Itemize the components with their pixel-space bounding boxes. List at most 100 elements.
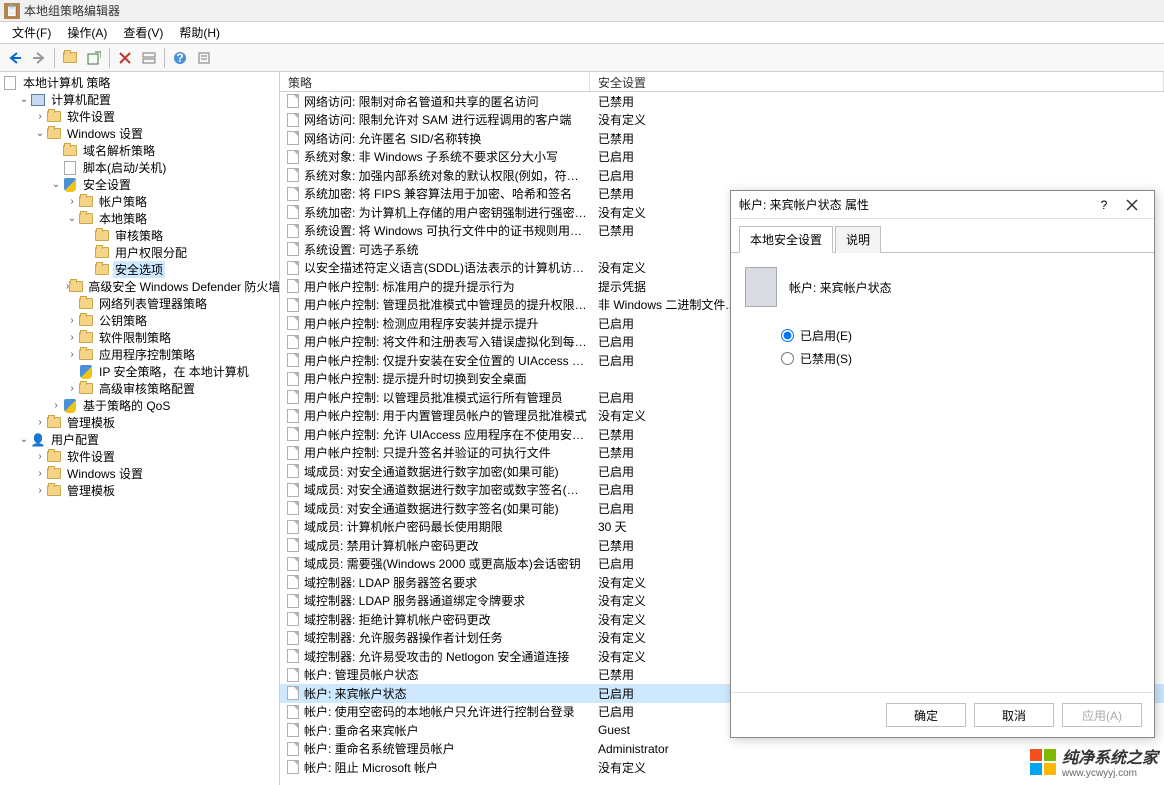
back-button[interactable] [4, 47, 26, 69]
col-setting[interactable]: 安全设置 [590, 72, 1164, 91]
tree-software-restrict[interactable]: ›软件限制策略 [66, 329, 277, 346]
expand-icon[interactable]: › [34, 451, 46, 462]
forward-button[interactable] [28, 47, 50, 69]
expand-icon[interactable]: › [34, 485, 46, 496]
policy-icon [745, 267, 777, 307]
help-button[interactable]: ? [1090, 194, 1118, 216]
tree-audit[interactable]: 审核策略 [82, 227, 277, 244]
policy-icon [284, 94, 302, 108]
radio-enabled-input[interactable] [781, 329, 794, 342]
policy-row[interactable]: 网络访问: 限制对命名管道和共享的匿名访问已禁用 [280, 92, 1164, 111]
tree-user-rights[interactable]: 用户权限分配 [82, 244, 277, 261]
filter-button[interactable] [138, 47, 160, 69]
tree-account-pol[interactable]: ›帐户策略 [66, 193, 277, 210]
tab-local-security[interactable]: 本地安全设置 [739, 226, 833, 253]
watermark-logo [1030, 749, 1056, 775]
policy-name: 网络访问: 限制对命名管道和共享的匿名访问 [302, 93, 590, 110]
tree-scripts[interactable]: 脚本(启动/关机) [50, 159, 277, 176]
expand-icon[interactable]: › [66, 383, 78, 394]
policy-name: 域成员: 禁用计算机帐户密码更改 [302, 537, 590, 554]
collapse-icon[interactable]: ⌄ [50, 179, 62, 190]
policy-name: 域控制器: 允许服务器操作者计划任务 [302, 629, 590, 646]
tree-local-pol[interactable]: ⌄本地策略 [66, 210, 277, 227]
policy-icon [284, 353, 302, 367]
expand-icon[interactable]: › [66, 196, 78, 207]
collapse-icon[interactable]: ⌄ [66, 213, 78, 224]
radio-disabled-input[interactable] [781, 352, 794, 365]
folder-icon [46, 415, 62, 431]
tree-security-options[interactable]: 安全选项 [82, 261, 277, 278]
policy-row[interactable]: 系统对象: 加强内部系统对象的默认权限(例如，符号链接)已启用 [280, 166, 1164, 185]
tree-netlist[interactable]: 网络列表管理器策略 [66, 295, 277, 312]
policy-icon [284, 705, 302, 719]
cancel-button[interactable]: 取消 [974, 703, 1054, 727]
collapse-icon[interactable]: ⌄ [34, 128, 46, 139]
expand-icon[interactable]: › [34, 111, 46, 122]
tree-panel[interactable]: 本地计算机 策略 ⌄计算机配置 ›软件设置 ⌄Windows 设置 域名解析策略… [0, 72, 280, 785]
close-button[interactable] [1118, 194, 1146, 216]
policy-icon [284, 409, 302, 423]
folder-icon [94, 245, 110, 261]
radio-enabled-label: 已启用(E) [800, 327, 852, 344]
radio-disabled[interactable]: 已禁用(S) [781, 350, 1140, 367]
up-button[interactable] [59, 47, 81, 69]
menu-view[interactable]: 查看(V) [115, 22, 171, 43]
tree-u-windows[interactable]: ›Windows 设置 [34, 465, 277, 482]
delete-button[interactable] [114, 47, 136, 69]
tree-adv-audit[interactable]: ›高级审核策略配置 [66, 380, 277, 397]
list-header: 策略 安全设置 [280, 72, 1164, 92]
expand-icon[interactable]: › [50, 400, 62, 411]
dialog-buttons: 确定 取消 应用(A) [731, 692, 1154, 737]
menu-action[interactable]: 操作(A) [59, 22, 115, 43]
tree-security[interactable]: ⌄安全设置 [50, 176, 277, 193]
policy-icon [284, 668, 302, 682]
policy-row[interactable]: 系统对象: 非 Windows 子系统不要求区分大小写已启用 [280, 148, 1164, 167]
menu-file[interactable]: 文件(F) [4, 22, 59, 43]
col-policy[interactable]: 策略 [280, 72, 590, 91]
properties-button[interactable] [193, 47, 215, 69]
expand-icon[interactable]: › [34, 468, 46, 479]
tree-u-admin[interactable]: ›管理模板 [34, 482, 277, 499]
apply-button[interactable]: 应用(A) [1062, 703, 1142, 727]
expand-icon[interactable]: › [66, 315, 78, 326]
radio-enabled[interactable]: 已启用(E) [781, 327, 1140, 344]
policy-icon [284, 557, 302, 571]
collapse-icon[interactable]: ⌄ [18, 94, 30, 105]
expand-icon[interactable]: › [66, 349, 78, 360]
tree-software[interactable]: ›软件设置 [34, 108, 277, 125]
policy-row[interactable]: 网络访问: 限制允许对 SAM 进行远程调用的客户端没有定义 [280, 111, 1164, 130]
ok-button[interactable]: 确定 [886, 703, 966, 727]
policy-name: 用户帐户控制: 将文件和注册表写入错误虚拟化到每用户位置 [302, 333, 590, 350]
dialog-header: 帐户: 来宾帐户状态 [745, 267, 1140, 307]
folder-icon [46, 449, 62, 465]
policy-name: 系统加密: 将 FIPS 兼容算法用于加密、哈希和签名 [302, 185, 590, 202]
folder-icon [46, 109, 62, 125]
policy-name: 网络访问: 限制允许对 SAM 进行远程调用的客户端 [302, 111, 590, 128]
policy-name: 系统设置: 可选子系统 [302, 241, 590, 258]
folder-icon [46, 466, 62, 482]
tree-computer-config[interactable]: ⌄计算机配置 [18, 91, 277, 108]
tree-qos[interactable]: ›基于策略的 QoS [50, 397, 277, 414]
tree-u-software[interactable]: ›软件设置 [34, 448, 277, 465]
tree-app-control[interactable]: ›应用程序控制策略 [66, 346, 277, 363]
tree-windows-settings[interactable]: ⌄Windows 设置 [34, 125, 277, 142]
expand-icon[interactable]: › [34, 417, 46, 428]
policy-row[interactable]: 网络访问: 允许匿名 SID/名称转换已禁用 [280, 129, 1164, 148]
collapse-icon[interactable]: ⌄ [18, 434, 30, 445]
tab-explain[interactable]: 说明 [835, 226, 881, 253]
tree-ipsec[interactable]: IP 安全策略，在 本地计算机 [66, 363, 277, 380]
menu-help[interactable]: 帮助(H) [171, 22, 228, 43]
tree-name-res[interactable]: 域名解析策略 [50, 142, 277, 159]
tree-root[interactable]: 本地计算机 策略 [2, 74, 277, 91]
help-button[interactable]: ? [169, 47, 191, 69]
policy-icon [284, 335, 302, 349]
tree-defender[interactable]: ›高级安全 Windows Defender 防火墙 [66, 278, 277, 295]
tree-pubkey[interactable]: ›公钥策略 [66, 312, 277, 329]
export-button[interactable] [83, 47, 105, 69]
tree-admin-templates[interactable]: ›管理模板 [34, 414, 277, 431]
policy-name: 用户帐户控制: 允许 UIAccess 应用程序在不使用安全桌面的... [302, 426, 590, 443]
expand-icon[interactable]: › [66, 332, 78, 343]
tree-user-config[interactable]: ⌄👤用户配置 [18, 431, 277, 448]
toolbar: ? [0, 44, 1164, 72]
folder-icon [46, 483, 62, 499]
